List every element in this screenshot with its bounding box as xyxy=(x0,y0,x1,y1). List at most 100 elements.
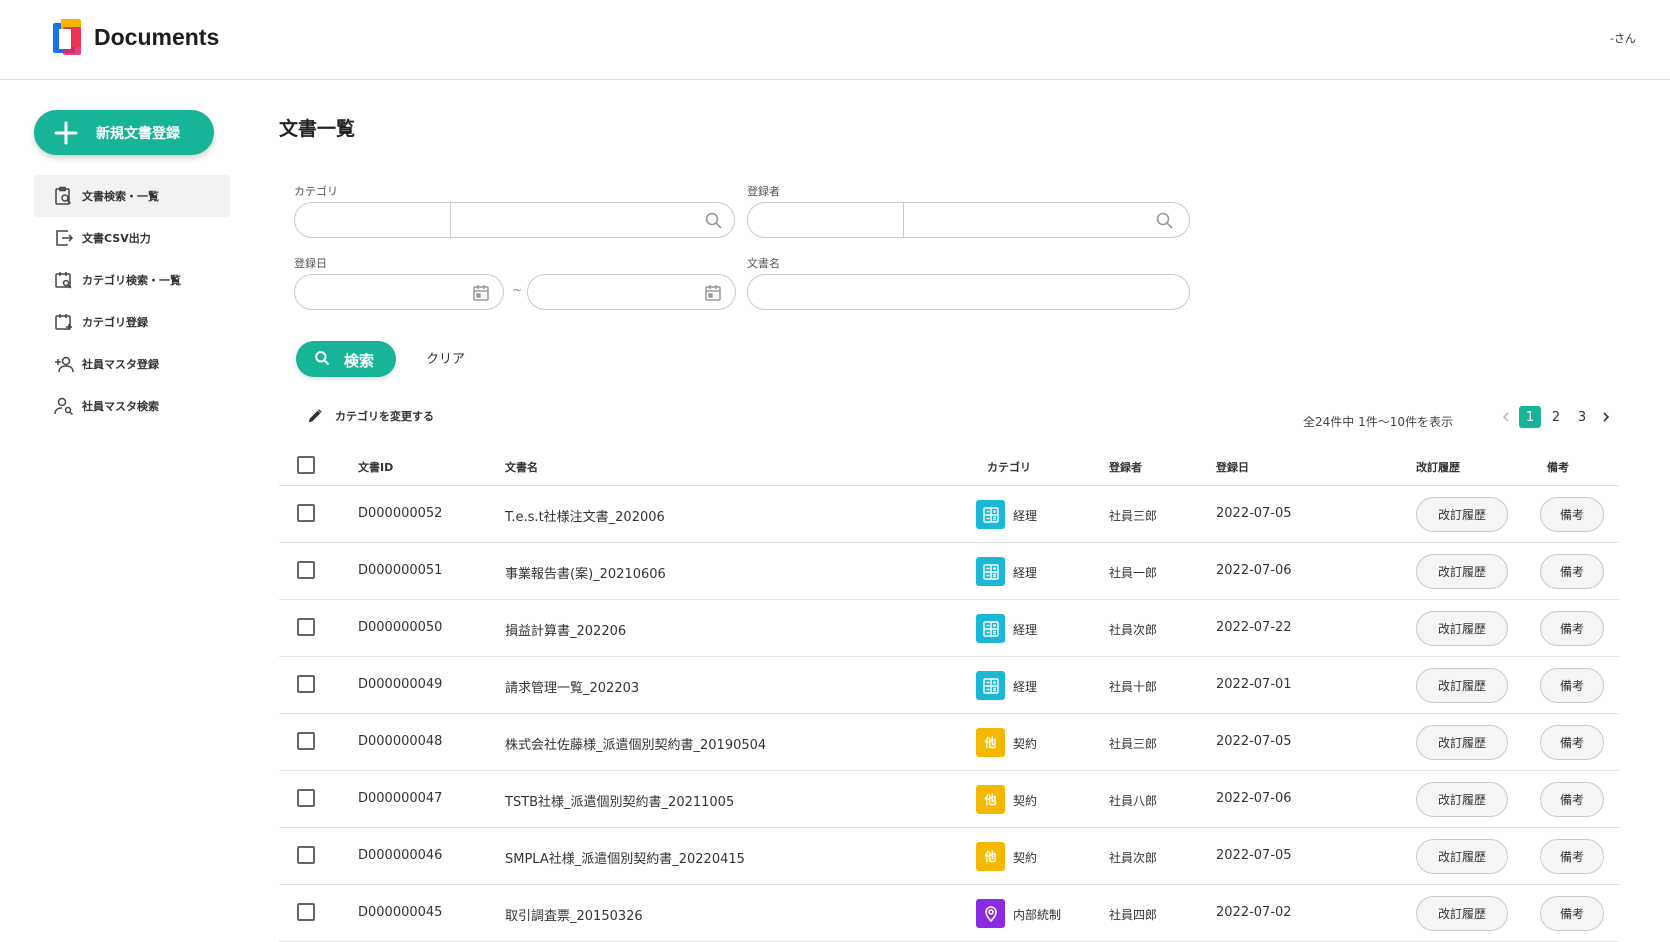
row-checkbox[interactable] xyxy=(297,675,315,693)
registrant-filter-input[interactable] xyxy=(747,202,1190,238)
doc-name[interactable]: TSTB社様_派遣個別契約書_20211005 xyxy=(505,791,734,810)
revision-history-button[interactable]: 改訂履歴 xyxy=(1416,668,1508,703)
note-button[interactable]: 備考 xyxy=(1540,725,1604,760)
row-checkbox[interactable] xyxy=(297,789,315,807)
sidebar-item-user-add[interactable]: 社員マスタ登録 xyxy=(34,343,230,385)
sidebar-item-csv-export[interactable]: 文書CSV出力 xyxy=(34,217,230,259)
doc-id: D000000046 xyxy=(358,848,443,863)
user-name[interactable]: -さん xyxy=(1610,30,1636,46)
new-document-button[interactable]: 新規文書登録 xyxy=(34,110,214,155)
calendar-icon[interactable] xyxy=(703,283,723,303)
sidebar-item-category-search[interactable]: カテゴリ検索・一覧 xyxy=(34,259,230,301)
row-checkbox[interactable] xyxy=(297,504,315,522)
doc-registrant: 社員四郎 xyxy=(1109,908,1158,922)
search-icon xyxy=(315,351,330,366)
calendar-icon[interactable] xyxy=(471,283,491,303)
doc-name[interactable]: 請求管理一覧_202203 xyxy=(505,677,639,696)
page-button-2[interactable]: 2 xyxy=(1545,406,1567,428)
doc-name[interactable]: 株式会社佐藤様_派遣個別契約書_20190504 xyxy=(505,734,766,753)
doc-name-filter-input[interactable] xyxy=(747,274,1190,310)
note-button[interactable]: 備考 xyxy=(1540,782,1604,817)
page-title: 文書一覧 xyxy=(279,118,356,140)
revision-history-button[interactable]: 改訂履歴 xyxy=(1416,725,1508,760)
table-body: D000000052 T.e.s.t社様注文書_202006 経理社員三郎 2022-… xyxy=(279,486,1619,942)
table-row: D000000047 TSTB社様_派遣個別契約書_20211005 他 契約 社員八郎… xyxy=(279,771,1619,828)
sidebar-item-label: 社員マスタ登録 xyxy=(82,358,159,371)
table-row: D000000049 請求管理一覧_202203 経理 社員十郎 2022-07-01 改… xyxy=(279,657,1619,714)
note-button[interactable]: 備考 xyxy=(1540,611,1604,646)
table-header: 文書ID 文書名 カテゴリ 登録者 登録日 改訂履歴 備考 xyxy=(279,446,1619,486)
doc-id: D000000050 xyxy=(358,620,443,635)
note-button[interactable]: 備考 xyxy=(1540,554,1604,589)
sidebar-item-document-search[interactable]: 文書検索・一覧 xyxy=(34,175,230,217)
doc-date: 2022-07-06 xyxy=(1216,791,1292,806)
revision-history-button[interactable]: 改訂履歴 xyxy=(1416,497,1508,532)
category-filter-input[interactable] xyxy=(294,202,735,238)
clear-button[interactable]: クリア xyxy=(426,348,465,367)
revision-history-button[interactable]: 改訂履歴 xyxy=(1416,839,1508,874)
date-to-input[interactable] xyxy=(527,274,736,310)
doc-id: D000000049 xyxy=(358,677,443,692)
note-button[interactable]: 備考 xyxy=(1540,896,1604,931)
page-button-3[interactable]: 3 xyxy=(1571,406,1593,428)
category-add-icon xyxy=(55,314,72,330)
column-header-revision: 改訂履歴 xyxy=(1416,461,1460,474)
revision-history-button[interactable]: 改訂履歴 xyxy=(1416,554,1508,589)
search-icon[interactable] xyxy=(1155,211,1175,231)
doc-id: D000000052 xyxy=(358,506,443,521)
select-all-checkbox[interactable] xyxy=(297,456,315,474)
change-category-button[interactable]: カテゴリを変更する xyxy=(306,407,434,425)
pagination: 1 2 3 xyxy=(1495,406,1617,428)
user-add-icon xyxy=(55,356,74,373)
note-button[interactable]: 備考 xyxy=(1540,839,1604,874)
next-page-button[interactable] xyxy=(1595,406,1617,428)
row-checkbox[interactable] xyxy=(297,903,315,921)
row-checkbox[interactable] xyxy=(297,618,315,636)
revision-history-button[interactable]: 改訂履歴 xyxy=(1416,611,1508,646)
row-checkbox[interactable] xyxy=(297,561,315,579)
category-filter-label: カテゴリ xyxy=(294,185,338,198)
table-row: D000000050 損益計算書_202206 経理 社員次郎 2022-07-22 改訂… xyxy=(279,600,1619,657)
chevron-right-icon xyxy=(1603,412,1610,422)
other-icon: 他 xyxy=(976,842,1005,871)
documents-table: 文書ID 文書名 カテゴリ 登録者 登録日 改訂履歴 備考 D000000052… xyxy=(279,446,1619,942)
calculator-icon xyxy=(976,614,1005,643)
column-header-note: 備考 xyxy=(1547,461,1569,474)
doc-category: 経理 xyxy=(1013,509,1038,523)
doc-registrant: 社員次郎 xyxy=(1109,851,1158,865)
sidebar-item-user-search[interactable]: 社員マスタ検索 xyxy=(34,385,230,427)
prev-page-button[interactable] xyxy=(1495,406,1517,428)
page-button-1[interactable]: 1 xyxy=(1519,406,1541,428)
date-from-input[interactable] xyxy=(294,274,504,310)
revision-history-button[interactable]: 改訂履歴 xyxy=(1416,782,1508,817)
doc-id: D000000045 xyxy=(358,905,443,920)
row-checkbox[interactable] xyxy=(297,732,315,750)
doc-category: 経理 xyxy=(1013,566,1038,580)
doc-name[interactable]: 事業報告書(案)_20210606 xyxy=(505,563,666,582)
revision-history-button[interactable]: 改訂履歴 xyxy=(1416,896,1508,931)
plus-icon xyxy=(54,121,78,145)
category-glyph: 他 xyxy=(984,850,997,864)
row-checkbox[interactable] xyxy=(297,846,315,864)
sidebar-item-label: 文書CSV出力 xyxy=(82,232,151,245)
category-glyph: 他 xyxy=(984,793,997,807)
search-button[interactable]: 検索 xyxy=(296,341,396,377)
calculator-icon xyxy=(976,500,1005,529)
calculator-icon xyxy=(976,557,1005,586)
doc-id: D000000047 xyxy=(358,791,443,806)
document-search-icon xyxy=(55,186,72,205)
chevron-left-icon xyxy=(1502,412,1509,422)
note-button[interactable]: 備考 xyxy=(1540,668,1604,703)
note-button[interactable]: 備考 xyxy=(1540,497,1604,532)
app-title: Documents xyxy=(94,24,220,50)
csv-export-icon xyxy=(56,230,74,246)
sidebar-item-category-add[interactable]: カテゴリ登録 xyxy=(34,301,230,343)
doc-name[interactable]: SMPLA社様_派遣個別契約書_20220415 xyxy=(505,848,745,867)
doc-registrant: 社員三郎 xyxy=(1109,737,1158,751)
doc-name[interactable]: 損益計算書_202206 xyxy=(505,620,626,639)
doc-name[interactable]: T.e.s.t社様注文書_202006 xyxy=(505,506,665,525)
doc-name[interactable]: 取引調査票_20150326 xyxy=(505,905,643,924)
category-search-icon xyxy=(55,272,72,289)
search-icon[interactable] xyxy=(704,211,724,231)
table-row: D000000048 株式会社佐藤様_派遣個別契約書_20190504 他 契約 社員三… xyxy=(279,714,1619,771)
